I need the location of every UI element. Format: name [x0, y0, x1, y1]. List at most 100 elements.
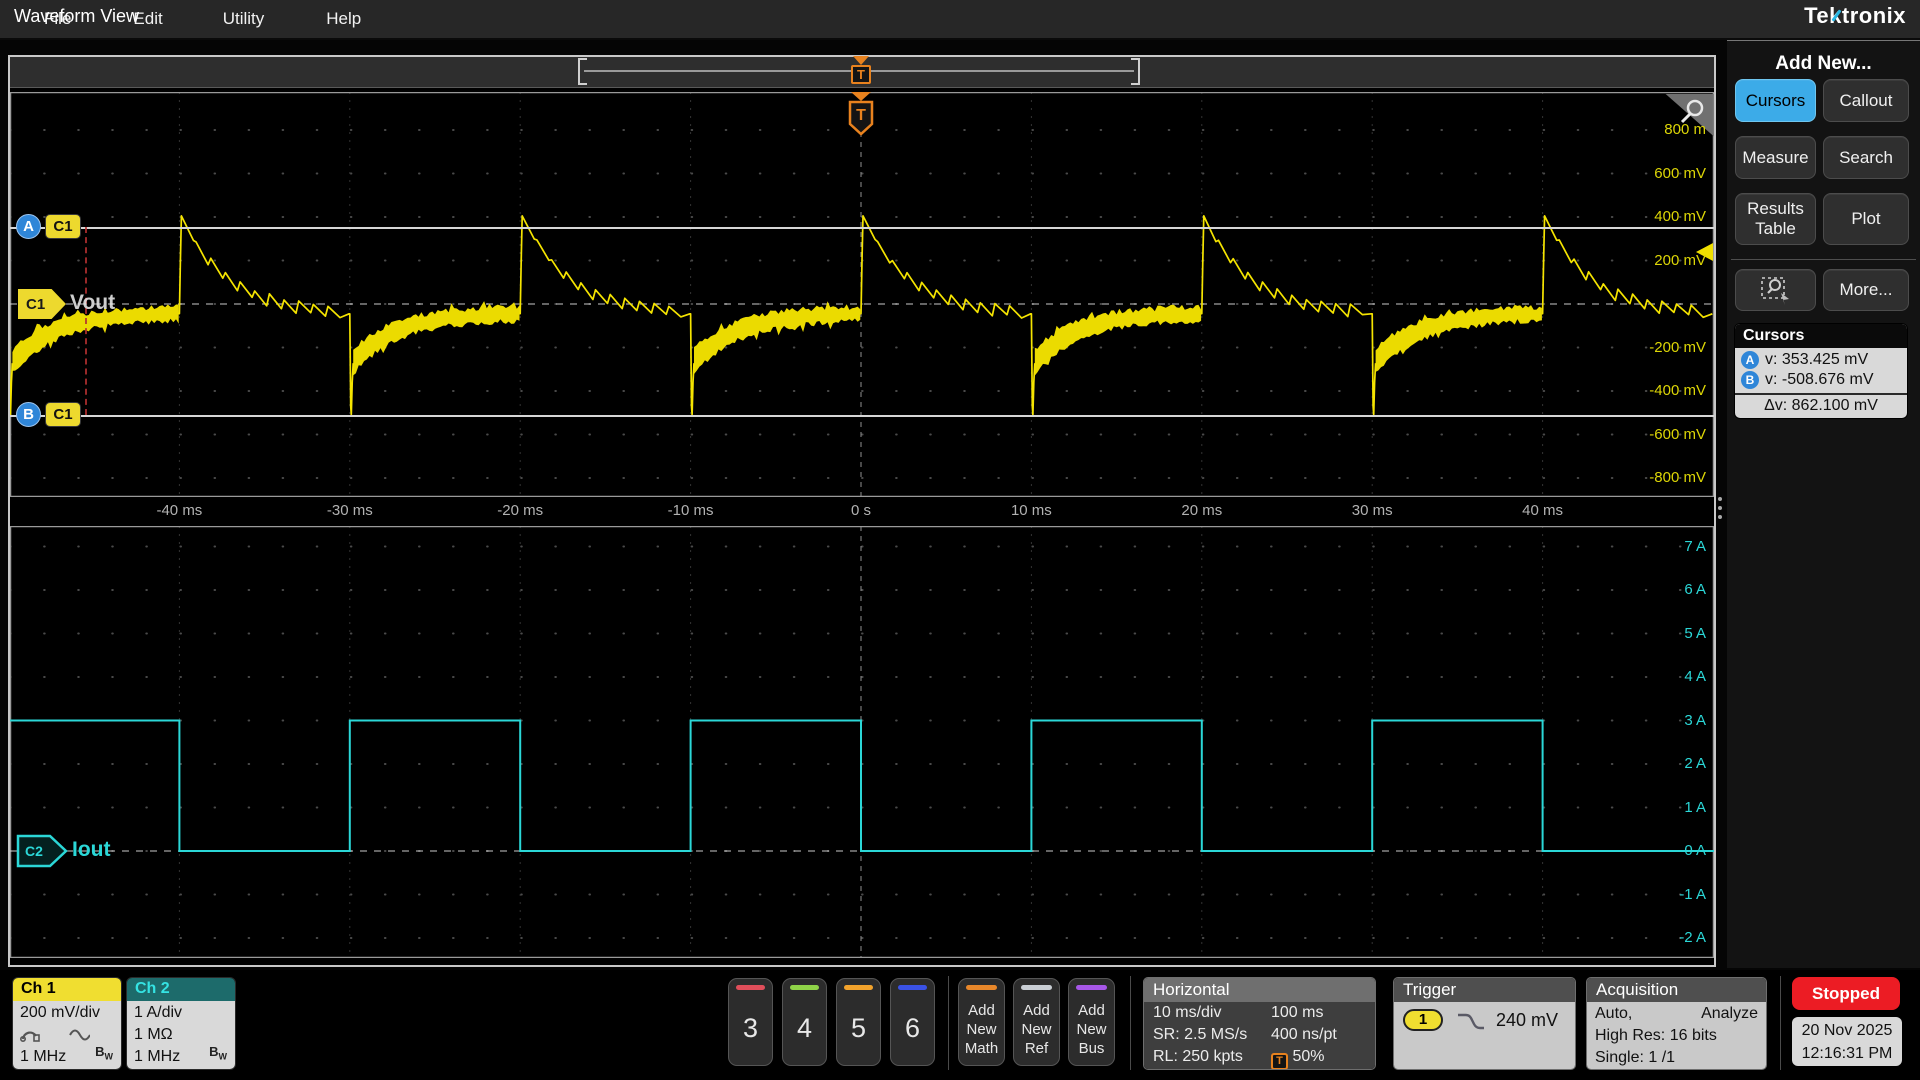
time-axis-tick: -40 ms — [139, 502, 219, 519]
oscilloscope-screen: File Edit Utility Help Tektronix Wavefor… — [0, 0, 1920, 1080]
cursor-delta-value: Δv: 862.100 mV — [1735, 393, 1907, 418]
add-new-ref-button[interactable]: Add New Ref — [1013, 978, 1060, 1066]
cursors-results-panel[interactable]: Cursors A v: 353.425 mV B v: -508.676 mV… — [1734, 323, 1908, 419]
ch6-button[interactable]: 6 — [890, 978, 935, 1066]
tektronix-logo: Tektronix — [1804, 3, 1906, 29]
cursor-b-line[interactable] — [10, 415, 1714, 417]
cursor-b-dot[interactable]: B — [16, 402, 41, 427]
time-axis-tick: 30 ms — [1332, 502, 1412, 519]
time-axis-tick: -30 ms — [310, 502, 390, 519]
ch4-button[interactable]: 4 — [782, 978, 827, 1066]
ch1-scale: 200 mV/div — [20, 1002, 121, 1024]
navigator-trigger-marker[interactable]: T — [849, 56, 873, 86]
trigger-level-arrow[interactable] — [1696, 243, 1713, 261]
cursors-button[interactable]: Cursors — [1735, 79, 1816, 122]
cursor-a-value: v: 353.425 mV — [1765, 351, 1868, 369]
math-color-stripe — [966, 985, 997, 990]
trigger-level: 240 mV — [1496, 1010, 1558, 1031]
time-axis-tick: 10 ms — [991, 502, 1071, 519]
ch5-color-stripe — [844, 985, 873, 990]
trigger-title: Trigger — [1394, 978, 1575, 1002]
ch2-handle[interactable]: C2 — [16, 834, 68, 868]
ch1-badge-title: Ch 1 — [13, 978, 121, 1001]
trigger-t-icon: T — [1271, 1053, 1288, 1070]
panel-resize-grip[interactable] — [1718, 497, 1722, 501]
zoom-select-button[interactable] — [1735, 269, 1816, 311]
sidebar-divider — [1731, 259, 1916, 260]
waveform-view-title: Waveform View — [14, 6, 139, 27]
vout-waveform-plot[interactable] — [10, 92, 1714, 497]
iout-waveform-plot[interactable] — [10, 526, 1714, 958]
time-axis-tick: 20 ms — [1162, 502, 1242, 519]
acquisition-detail: High Res: 16 bits — [1595, 1025, 1758, 1047]
graticule-current[interactable] — [10, 526, 1714, 958]
horizontal-badge[interactable]: Horizontal 10 ms/div 100 ms SR: 2.5 MS/s… — [1143, 977, 1376, 1070]
magnifier-icon — [1678, 98, 1708, 128]
cursor-b-icon: B — [1741, 371, 1759, 389]
trigger-badge[interactable]: Trigger 1 240 mV — [1393, 977, 1576, 1070]
navigator-right-bracket[interactable] — [1131, 58, 1140, 85]
resolution: 400 ns/pt — [1271, 1026, 1337, 1044]
record-length: RL: 250 kpts — [1153, 1048, 1243, 1066]
menu-utility[interactable]: Utility — [223, 1, 265, 37]
separator — [1130, 976, 1131, 1070]
horizontal-title: Horizontal — [1144, 978, 1375, 1002]
bottom-bar: Ch 1 200 mV/div 1 MHz BW Ch 2 — [0, 970, 1920, 1080]
date: 20 Nov 2025 — [1792, 1019, 1902, 1042]
ch2-badge[interactable]: Ch 2 1 A/div 1 MΩ 1 MHz BW — [126, 977, 236, 1070]
ch4-color-stripe — [790, 985, 819, 990]
cursor-b-source-chip[interactable]: C1 — [45, 402, 81, 427]
graticule-voltage[interactable] — [10, 92, 1714, 497]
plot-button[interactable]: Plot — [1823, 193, 1909, 245]
ch3-button[interactable]: 3 — [728, 978, 773, 1066]
horizontal-scale: 10 ms/div — [1153, 1004, 1221, 1022]
trigger-source-chip[interactable]: 1 — [1403, 1009, 1443, 1031]
acquisition-badge[interactable]: Acquisition Auto, Analyze High Res: 16 b… — [1586, 977, 1767, 1070]
sidebar: Add New... Cursors Callout Measure Searc… — [1727, 40, 1920, 968]
horizontal-navigator[interactable]: T — [578, 58, 1140, 85]
callout-button[interactable]: Callout — [1823, 79, 1909, 122]
acquisition-mode: Auto, — [1595, 1003, 1632, 1025]
time: 12:16:31 PM — [1792, 1042, 1902, 1065]
time-axis-tick: 40 ms — [1503, 502, 1583, 519]
cursor-a-dot[interactable]: A — [16, 214, 41, 239]
ch3-color-stripe — [736, 985, 765, 990]
ref-color-stripe — [1021, 985, 1052, 990]
cursor-b-badge[interactable]: B C1 — [16, 402, 81, 427]
time-axis-tick: -20 ms — [480, 502, 560, 519]
menu-help[interactable]: Help — [326, 1, 361, 37]
ch2-label: Iout — [72, 838, 110, 862]
sample-rate: SR: 2.5 MS/s — [1153, 1026, 1247, 1044]
cursor-a-badge[interactable]: A C1 — [16, 214, 81, 239]
datetime-display: 20 Nov 2025 12:16:31 PM — [1792, 1017, 1902, 1066]
search-button[interactable]: Search — [1823, 136, 1909, 179]
ch2-scale: 1 A/div — [134, 1002, 235, 1024]
iout-trace — [10, 721, 1714, 852]
run-stop-status-button[interactable]: Stopped — [1792, 977, 1900, 1010]
time-axis-tick: 0 s — [821, 502, 901, 519]
results-table-button[interactable]: Results Table — [1735, 193, 1816, 245]
separator — [948, 976, 949, 1070]
add-new-math-button[interactable]: Add New Math — [958, 978, 1005, 1066]
time-axis-tick: -10 ms — [651, 502, 731, 519]
separator — [1780, 976, 1781, 1070]
bandwidth-limit-icon: BW — [209, 1041, 227, 1068]
acquisition-analyze: Analyze — [1701, 1003, 1758, 1025]
cursors-panel-title: Cursors — [1735, 324, 1907, 348]
cursor-a-icon: A — [1741, 351, 1759, 369]
add-new-bus-button[interactable]: Add New Bus — [1068, 978, 1115, 1066]
navigator-left-bracket[interactable] — [578, 58, 587, 85]
measure-button[interactable]: Measure — [1735, 136, 1816, 179]
acquisition-title: Acquisition — [1587, 978, 1766, 1002]
svg-text:C2: C2 — [25, 843, 43, 859]
ch1-badge[interactable]: Ch 1 200 mV/div 1 MHz BW — [12, 977, 122, 1070]
cursor-a-line[interactable] — [10, 227, 1714, 229]
ac-coupling-icon — [68, 1028, 90, 1042]
ch5-button[interactable]: 5 — [836, 978, 881, 1066]
ch1-label: Vout — [70, 291, 115, 315]
acquisition-single: Single: 1 /1 — [1595, 1047, 1758, 1069]
trigger-position: T 50% — [1271, 1048, 1324, 1070]
more-button[interactable]: More... — [1823, 269, 1909, 311]
probe-icon — [20, 1027, 42, 1043]
cursor-a-source-chip[interactable]: C1 — [45, 214, 81, 239]
